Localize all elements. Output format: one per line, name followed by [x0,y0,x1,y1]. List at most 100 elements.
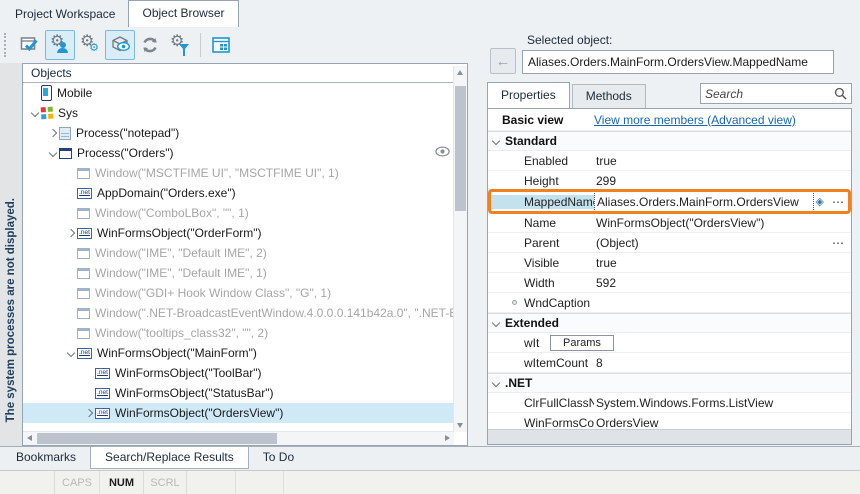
tree-item-ordersview[interactable]: WinFormsObject("OrdersView") [23,403,454,423]
group-collapse-icon[interactable] [490,380,502,386]
property-row-wit[interactable]: wIt Params [488,333,851,353]
bullet-icon [512,300,517,305]
tree-item-mainform[interactable]: WinFormsObject("MainForm") [23,343,454,363]
property-row-clrfullclassname[interactable]: ClrFullClassNaSystem.Windows.Forms.ListV… [488,393,851,413]
basic-view-row: Basic view View more members (Advanced v… [488,109,851,131]
property-row-height[interactable]: Height299 [488,171,851,191]
status-scrl-indicator: SCRL [144,471,187,494]
tree-item-window-ime1[interactable]: Window("IME", "Default IME", 1) [23,263,454,283]
tree-item-orderform[interactable]: WinFormsObject("OrderForm") [23,223,454,243]
ellipsis-button[interactable]: ⋯ [826,236,851,250]
status-cell-empty [0,471,55,494]
tree-item-mobile[interactable]: Mobile [23,83,454,103]
tree-item-window-msctfime[interactable]: Window("MSCTFIME UI", "MSCTFIME UI", 1) [23,163,454,183]
property-row-width[interactable]: Width592 [488,273,851,293]
tab-object-browser[interactable]: Object Browser [128,0,238,27]
tab-project-workspace[interactable]: Project Workspace [2,2,128,27]
tree-item-toolbar[interactable]: WinFormsObject("ToolBar") [23,363,454,383]
dotnet-icon [95,408,110,419]
tree-item-window-gdi-hook[interactable]: Window("GDI+ Hook Window Class", "G", 1) [23,283,454,303]
group-collapse-icon[interactable] [490,320,502,326]
search-box [700,83,852,104]
objects-tree-panel: Objects Mobile Sys Process("notepad") Pr… [22,63,468,446]
object-spy-button[interactable] [105,30,135,60]
toolbar-separator [200,33,201,57]
tree-item-statusbar[interactable]: WinFormsObject("StatusBar") [23,383,454,403]
tree-item-process-orders[interactable]: Process("Orders") [23,143,454,163]
tree-vertical-scrollbar[interactable] [453,66,467,432]
refresh-button[interactable] [135,30,165,60]
gears-icon: ⚙ ⚙ [79,34,101,56]
expander-closed-icon[interactable] [83,410,95,416]
tab-methods[interactable]: Methods [572,84,646,109]
expander-open-icon[interactable] [47,150,59,156]
tree-item-window-ime2[interactable]: Window("IME", "Default IME", 2) [23,243,454,263]
window-icon [77,328,90,339]
tree-horizontal-scrollbar[interactable] [23,431,454,445]
tab-bookmarks[interactable]: Bookmarks [2,447,90,469]
property-row-mappedname[interactable]: MappedNameAliases.Orders.MainForm.Orders… [488,191,851,213]
object-browser-window: Project Workspace Object Browser ⚙ [0,0,860,492]
dotnet-icon [95,368,110,379]
expander-open-icon[interactable] [29,110,41,116]
scroll-left-icon[interactable] [27,435,32,441]
window-icon [77,268,90,279]
tab-search-replace-results[interactable]: Search/Replace Results [90,447,249,469]
group-dotnet[interactable]: .NET [488,373,851,393]
highlight-diamond-icon[interactable]: ◈ [814,195,826,208]
property-row-visible[interactable]: Visibletrue [488,253,851,273]
show-panel-button[interactable] [206,30,236,60]
group-collapse-icon[interactable] [490,138,502,144]
eye-icon[interactable] [435,146,450,160]
group-standard[interactable]: Standard [488,131,851,151]
group-extended[interactable]: Extended [488,313,851,333]
property-row-wndcaption[interactable]: WndCaption [488,293,851,313]
expander-closed-icon[interactable] [65,230,77,236]
scroll-right-icon[interactable] [445,435,450,441]
selected-object-panel: ← Selected object: Properties Methods Ba… [470,27,860,446]
windows-logo-icon [41,107,54,120]
system-processes-note-text: The system processes are not displayed. [5,198,17,422]
tree-item-window-broadcast[interactable]: Window(".NET-BroadcastEventWindow.4.0.0.… [23,303,454,323]
selected-object-label: Selected object: [527,33,612,47]
toolbar-grip[interactable] [4,33,9,57]
back-button[interactable]: ← [490,48,516,74]
properties-tab-bar: Properties Methods [487,82,648,109]
system-processes-note: The system processes are not displayed. [0,63,22,446]
horizontal-scroll-thumb[interactable] [37,433,277,444]
process-filter-button[interactable]: ⚙ [45,30,75,60]
window-icon [77,288,90,299]
tree-item-sys[interactable]: Sys [23,103,454,123]
tab-properties[interactable]: Properties [487,82,570,109]
vertical-scroll-thumb[interactable] [455,86,466,211]
tree-item-window-tooltips[interactable]: Window("tooltips_class32", "", 2) [23,323,454,343]
tree-item-window-combolbox[interactable]: Window("ComboLBox", "", 1) [23,203,454,223]
dotnet-icon [77,348,92,359]
scroll-up-icon[interactable] [457,70,463,75]
params-button[interactable]: Params [550,335,614,351]
property-row-witemcount[interactable]: wItemCount8 [488,353,851,373]
selected-object-input[interactable] [522,50,834,74]
highlight-object-button[interactable] [15,30,45,60]
search-input[interactable] [701,87,834,101]
expander-closed-icon[interactable] [47,130,59,136]
bottom-tab-bar: Bookmarks Search/Replace Results To Do [0,446,860,469]
status-num-indicator: NUM [100,471,144,494]
tree-item-process-notepad[interactable]: Process("notepad") [23,123,454,143]
status-cell-empty [187,471,236,494]
expander-open-icon[interactable] [65,350,77,356]
cube-eye-icon [109,34,131,56]
filter-settings-button[interactable]: ⚙ [165,30,195,60]
settings-button[interactable]: ⚙ ⚙ [75,30,105,60]
tree-item-appdomain-orders[interactable]: AppDomain("Orders.exe") [23,183,454,203]
property-grid: Basic view View more members (Advanced v… [487,108,852,445]
property-row-enabled[interactable]: Enabledtrue [488,151,851,171]
property-row-parent[interactable]: Parent(Object) ⋯ [488,233,851,253]
objects-tree-header: Objects [23,64,467,83]
property-row-name[interactable]: NameWinFormsObject("OrdersView") [488,213,851,233]
refresh-icon [139,34,161,56]
ellipsis-button[interactable]: ⋯ [826,195,851,209]
tab-to-do[interactable]: To Do [249,447,308,469]
advanced-view-link[interactable]: View more members (Advanced view) [594,113,796,127]
scroll-down-icon[interactable] [457,423,463,428]
